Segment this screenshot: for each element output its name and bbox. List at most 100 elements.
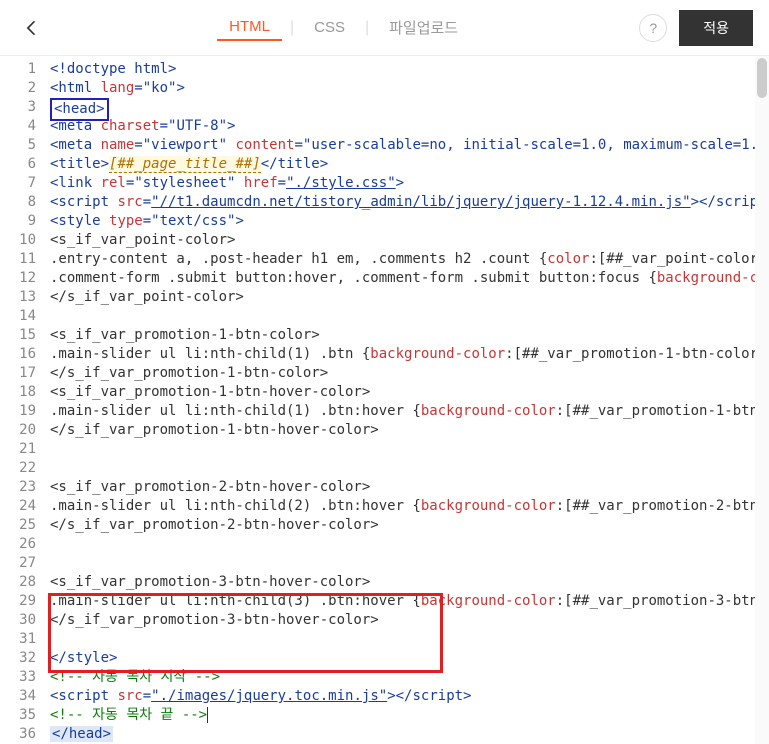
scrollbar-thumb[interactable]	[757, 58, 767, 98]
code-line[interactable]: <s_if_var_promotion-1-btn-hover-color>	[48, 383, 769, 402]
token: <s_if_var_promotion-1-btn-color>	[50, 327, 320, 343]
code-line[interactable]	[48, 307, 769, 326]
token: =	[143, 194, 151, 210]
code-line[interactable]: <script src="//t1.daumcdn.net/tistory_ad…	[48, 193, 769, 212]
token: <html	[50, 80, 101, 96]
line-number: 32	[0, 649, 36, 668]
token: background-color	[421, 498, 556, 514]
token: =	[278, 175, 286, 191]
code-line[interactable]: </style>	[48, 649, 769, 668]
vertical-scrollbar[interactable]	[755, 56, 769, 744]
code-line[interactable]: <meta charset="UTF-8">	[48, 117, 769, 136]
code-area[interactable]: <!doctype html><html lang="ko"><head><me…	[48, 56, 769, 744]
line-number: 13	[0, 288, 36, 307]
line-number: 12	[0, 269, 36, 288]
line-number: 19	[0, 402, 36, 421]
token: "text/css"	[151, 213, 235, 229]
tab-html[interactable]: HTML	[217, 14, 282, 41]
apply-button[interactable]: 적용	[679, 10, 753, 46]
line-number: 14	[0, 307, 36, 326]
token: =	[134, 80, 142, 96]
code-line[interactable]	[48, 554, 769, 573]
token: "//t1.daumcdn.net/tistory_admin/lib/jque…	[151, 194, 690, 210]
token: "viewport"	[143, 137, 227, 153]
code-line[interactable]: <head>	[48, 98, 769, 117]
line-number: 31	[0, 630, 36, 649]
line-number: 22	[0, 459, 36, 478]
code-line[interactable]: </s_if_var_point-color>	[48, 288, 769, 307]
line-number: 33	[0, 668, 36, 687]
code-line[interactable]: <html lang="ko">	[48, 79, 769, 98]
token: [##_page_title_##]	[109, 156, 261, 173]
code-line[interactable]: <title>[##_page_title_##]</title>	[48, 155, 769, 174]
line-number: 35	[0, 706, 36, 725]
token: >	[396, 175, 404, 191]
code-line[interactable]: </head>	[48, 725, 769, 744]
token: <title>	[50, 156, 109, 172]
code-line[interactable]: </s_if_var_promotion-1-btn-color>	[48, 364, 769, 383]
token: charset	[101, 118, 160, 134]
token: "stylesheet"	[134, 175, 235, 191]
code-line[interactable]: <!-- 자동 목차 시작 -->	[48, 668, 769, 687]
line-gutter: 1234567891011121314151617181920212223242…	[0, 56, 48, 744]
token: >	[176, 80, 184, 96]
tab-bar: HTML | CSS | 파일업로드	[48, 13, 639, 42]
token: </s_if_var_promotion-1-btn-color>	[50, 365, 328, 381]
token: "./images/jquery.toc.min.js"	[151, 688, 387, 704]
token: </s_if_var_promotion-1-btn-hover-color>	[50, 422, 379, 438]
line-number: 18	[0, 383, 36, 402]
code-line[interactable]: <!doctype html>	[48, 60, 769, 79]
token: <style	[50, 213, 109, 229]
token: </style>	[50, 650, 117, 666]
code-line[interactable]: <meta name="viewport" content="user-scal…	[48, 136, 769, 155]
code-line[interactable]: .main-slider ul li:nth-child(3) .btn:hov…	[48, 592, 769, 611]
token: .main-slider ul li:nth-child(1) .btn {	[50, 346, 370, 362]
code-line[interactable]: <script src="./images/jquery.toc.min.js"…	[48, 687, 769, 706]
code-line[interactable]: <!-- 자동 목차 끝 -->	[48, 706, 769, 725]
token: :[##_var_promotion-2-btn-hover-c	[556, 498, 769, 514]
code-line[interactable]	[48, 459, 769, 478]
token: =	[143, 688, 151, 704]
token: content	[235, 137, 294, 153]
code-line[interactable]: .main-slider ul li:nth-child(2) .btn:hov…	[48, 497, 769, 516]
code-line[interactable]: .main-slider ul li:nth-child(1) .btn:hov…	[48, 402, 769, 421]
code-line[interactable]: </s_if_var_promotion-1-btn-hover-color>	[48, 421, 769, 440]
code-line[interactable]: <s_if_var_point-color>	[48, 231, 769, 250]
token: =	[294, 137, 302, 153]
code-line[interactable]: <link rel="stylesheet" href="./style.css…	[48, 174, 769, 193]
line-number: 4	[0, 117, 36, 136]
line-number: 27	[0, 554, 36, 573]
token: src	[117, 194, 142, 210]
code-line[interactable]: <s_if_var_promotion-2-btn-hover-color>	[48, 478, 769, 497]
token: <meta	[50, 118, 101, 134]
code-line[interactable]: <s_if_var_promotion-3-btn-hover-color>	[48, 573, 769, 592]
line-number: 8	[0, 193, 36, 212]
code-line[interactable]: </s_if_var_promotion-3-btn-hover-color>	[48, 611, 769, 630]
token: background-color	[421, 593, 556, 609]
code-editor[interactable]: 1234567891011121314151617181920212223242…	[0, 56, 769, 744]
line-number: 23	[0, 478, 36, 497]
code-line[interactable]: <s_if_var_promotion-1-btn-color>	[48, 326, 769, 345]
code-line[interactable]	[48, 630, 769, 649]
back-button[interactable]	[16, 12, 48, 44]
tab-file-upload[interactable]: 파일업로드	[377, 13, 470, 42]
token: background-color	[657, 270, 769, 286]
code-line[interactable]: .entry-content a, .post-header h1 em, .c…	[48, 250, 769, 269]
token: =	[160, 118, 168, 134]
code-line[interactable]	[48, 440, 769, 459]
token: .main-slider ul li:nth-child(2) .btn:hov…	[50, 498, 421, 514]
line-number: 25	[0, 516, 36, 535]
tab-css[interactable]: CSS	[302, 15, 357, 40]
code-line[interactable]	[48, 535, 769, 554]
line-number: 7	[0, 174, 36, 193]
token: :[##_var_point-color_##]}	[589, 251, 769, 267]
token	[235, 175, 243, 191]
code-line[interactable]: </s_if_var_promotion-2-btn-hover-color>	[48, 516, 769, 535]
help-button[interactable]: ?	[639, 14, 667, 42]
code-line[interactable]: .main-slider ul li:nth-child(1) .btn {ba…	[48, 345, 769, 364]
code-line[interactable]: .comment-form .submit button:hover, .com…	[48, 269, 769, 288]
token: :[##_var_promotion-1-btn-color_##]}	[505, 346, 769, 362]
line-number: 10	[0, 231, 36, 250]
code-line[interactable]: <style type="text/css">	[48, 212, 769, 231]
token: background-color	[370, 346, 505, 362]
